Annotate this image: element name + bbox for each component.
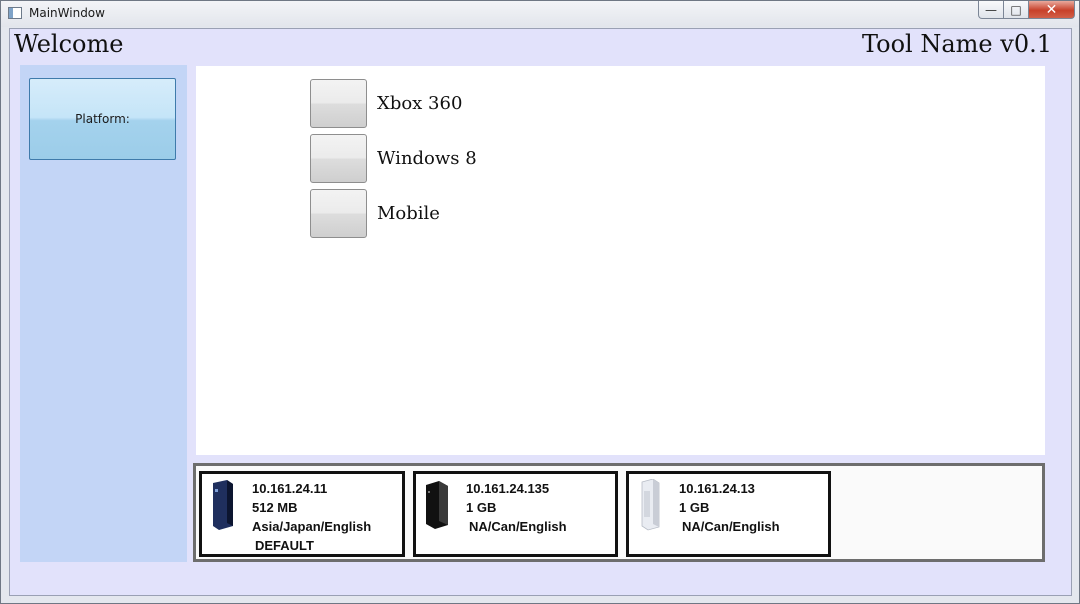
- close-icon: ✕: [1045, 1, 1058, 18]
- platform-button-label: Platform:: [75, 112, 130, 126]
- device-card[interactable]: 10.161.24.13 1 GB NA/Can/English: [626, 471, 831, 557]
- tool-name-heading: Tool Name v0.1: [862, 30, 1052, 58]
- xbox-console-icon: [213, 480, 233, 530]
- xbox-console-icon: [426, 481, 448, 529]
- device-region: NA/Can/English: [682, 519, 780, 534]
- device-memory: 512 MB: [252, 500, 298, 515]
- option-label: Mobile: [377, 203, 440, 224]
- platform-options-panel: Xbox 360 Windows 8 Mobile: [196, 66, 1045, 455]
- title-bar[interactable]: MainWindow — □ ✕: [1, 1, 1079, 27]
- xbox-360-toggle-button[interactable]: [310, 79, 367, 128]
- main-window: MainWindow — □ ✕ Welcome Tool Name v0.1 …: [0, 0, 1080, 604]
- option-label: Windows 8: [377, 148, 477, 169]
- option-xbox-360[interactable]: Xbox 360: [310, 79, 462, 128]
- window-title: MainWindow: [29, 6, 105, 20]
- device-region: NA/Can/English: [469, 519, 567, 534]
- client-area: Welcome Tool Name v0.1 Platform: Xbox 36…: [9, 28, 1072, 596]
- minimize-icon: —: [985, 2, 997, 17]
- window-controls: — □ ✕: [978, 1, 1075, 20]
- close-button[interactable]: ✕: [1029, 1, 1075, 19]
- device-card[interactable]: 10.161.24.11 512 MB Asia/Japan/English D…: [199, 471, 405, 557]
- device-list: 10.161.24.11 512 MB Asia/Japan/English D…: [193, 463, 1045, 562]
- device-ip: 10.161.24.135: [466, 481, 550, 496]
- platform-button[interactable]: Platform:: [29, 78, 176, 160]
- minimize-button[interactable]: —: [978, 1, 1004, 19]
- app-window-icon: [8, 7, 22, 19]
- sidebar: Platform:: [20, 65, 187, 562]
- option-label: Xbox 360: [377, 93, 463, 114]
- device-card[interactable]: 10.161.24.135 1 GB NA/Can/English: [413, 471, 618, 557]
- device-memory: 1 GB: [466, 500, 497, 515]
- device-region: Asia/Japan/English: [252, 519, 372, 534]
- device-default-tag: DEFAULT: [255, 538, 314, 553]
- xbox-console-icon: [641, 479, 660, 531]
- welcome-heading: Welcome: [14, 30, 124, 58]
- maximize-button[interactable]: □: [1004, 1, 1029, 19]
- maximize-icon: □: [1010, 2, 1022, 17]
- device-ip: 10.161.24.13: [679, 481, 755, 496]
- device-ip: 10.161.24.11: [252, 481, 328, 496]
- option-mobile[interactable]: Mobile: [310, 189, 440, 238]
- option-windows-8[interactable]: Windows 8: [310, 134, 477, 183]
- device-memory: 1 GB: [679, 500, 710, 515]
- windows-8-toggle-button[interactable]: [310, 134, 367, 183]
- mobile-toggle-button[interactable]: [310, 189, 367, 238]
